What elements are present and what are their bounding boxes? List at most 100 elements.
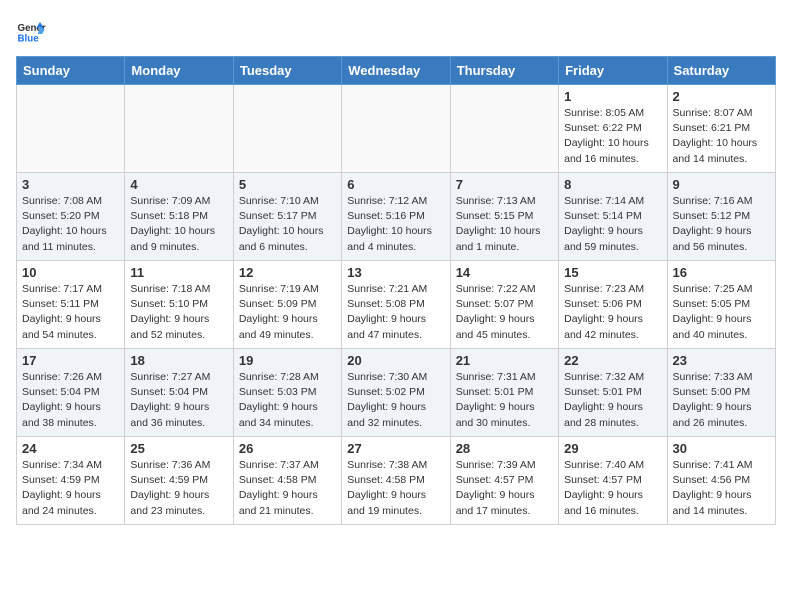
day-info: Sunrise: 7:22 AM Sunset: 5:07 PM Dayligh… xyxy=(456,282,553,343)
calendar-cell: 1 Sunrise: 8:05 AM Sunset: 6:22 PM Daylig… xyxy=(559,85,667,173)
calendar-cell: 22Sunrise: 7:32 AM Sunset: 5:01 PM Dayli… xyxy=(559,349,667,437)
day-number: 9 xyxy=(673,177,770,192)
calendar-cell: 15 Sunrise: 7:23 AM Sunset: 5:06 PM Dayli… xyxy=(559,261,667,349)
day-number: 1 xyxy=(564,89,661,104)
calendar-cell: 5 Sunrise: 7:10 AM Sunset: 5:17 PM Daylig… xyxy=(233,173,341,261)
day-info: Sunrise: 7:33 AM Sunset: 5:00 PM Dayligh… xyxy=(673,370,770,431)
day-number: 15 xyxy=(564,265,661,280)
calendar-cell: 13 Sunrise: 7:21 AM Sunset: 5:08 PM Dayli… xyxy=(342,261,450,349)
calendar-row-2: 10 Sunrise: 7:17 AM Sunset: 5:11 PM Dayli… xyxy=(17,261,776,349)
day-number: 12 xyxy=(239,265,336,280)
day-info: Sunrise: 7:13 AM Sunset: 5:15 PM Dayligh… xyxy=(456,194,553,255)
day-number: 14 xyxy=(456,265,553,280)
calendar-cell: 30Sunrise: 7:41 AM Sunset: 4:56 PM Dayli… xyxy=(667,437,775,525)
day-info: Sunrise: 7:27 AM Sunset: 5:04 PM Dayligh… xyxy=(130,370,227,431)
col-header-tuesday: Tuesday xyxy=(233,57,341,85)
day-info: Sunrise: 7:18 AM Sunset: 5:10 PM Dayligh… xyxy=(130,282,227,343)
calendar-row-3: 17 Sunrise: 7:26 AM Sunset: 5:04 PM Dayli… xyxy=(17,349,776,437)
day-info: Sunrise: 7:26 AM Sunset: 5:04 PM Dayligh… xyxy=(22,370,119,431)
calendar-cell xyxy=(125,85,233,173)
day-number: 19 xyxy=(239,353,336,368)
day-info: Sunrise: 7:31 AM Sunset: 5:01 PM Dayligh… xyxy=(456,370,553,431)
calendar-cell: 10 Sunrise: 7:17 AM Sunset: 5:11 PM Dayli… xyxy=(17,261,125,349)
calendar-row-0: 1 Sunrise: 8:05 AM Sunset: 6:22 PM Daylig… xyxy=(17,85,776,173)
day-number: 22 xyxy=(564,353,661,368)
day-number: 20 xyxy=(347,353,444,368)
header-row: SundayMondayTuesdayWednesdayThursdayFrid… xyxy=(17,57,776,85)
day-info: Sunrise: 7:08 AM Sunset: 5:20 PM Dayligh… xyxy=(22,194,119,255)
calendar-cell: 27 Sunrise: 7:38 AM Sunset: 4:58 PM Dayli… xyxy=(342,437,450,525)
svg-text:Blue: Blue xyxy=(18,34,40,45)
calendar-cell: 18 Sunrise: 7:27 AM Sunset: 5:04 PM Dayli… xyxy=(125,349,233,437)
day-info: Sunrise: 8:05 AM Sunset: 6:22 PM Dayligh… xyxy=(564,106,661,167)
day-number: 17 xyxy=(22,353,119,368)
day-number: 10 xyxy=(22,265,119,280)
day-info: Sunrise: 7:38 AM Sunset: 4:58 PM Dayligh… xyxy=(347,458,444,519)
calendar-row-4: 24 Sunrise: 7:34 AM Sunset: 4:59 PM Dayli… xyxy=(17,437,776,525)
day-info: Sunrise: 7:19 AM Sunset: 5:09 PM Dayligh… xyxy=(239,282,336,343)
calendar-cell: 9 Sunrise: 7:16 AM Sunset: 5:12 PM Daylig… xyxy=(667,173,775,261)
day-info: Sunrise: 7:16 AM Sunset: 5:12 PM Dayligh… xyxy=(673,194,770,255)
calendar-table: SundayMondayTuesdayWednesdayThursdayFrid… xyxy=(16,56,776,525)
day-number: 29 xyxy=(564,441,661,456)
day-info: Sunrise: 7:21 AM Sunset: 5:08 PM Dayligh… xyxy=(347,282,444,343)
day-number: 3 xyxy=(22,177,119,192)
calendar-cell: 11 Sunrise: 7:18 AM Sunset: 5:10 PM Dayli… xyxy=(125,261,233,349)
calendar-cell: 4 Sunrise: 7:09 AM Sunset: 5:18 PM Daylig… xyxy=(125,173,233,261)
day-number: 16 xyxy=(673,265,770,280)
day-number: 13 xyxy=(347,265,444,280)
calendar-cell xyxy=(450,85,558,173)
calendar-cell: 29 Sunrise: 7:40 AM Sunset: 4:57 PM Dayli… xyxy=(559,437,667,525)
col-header-thursday: Thursday xyxy=(450,57,558,85)
day-number: 5 xyxy=(239,177,336,192)
calendar-cell: 21 Sunrise: 7:31 AM Sunset: 5:01 PM Dayli… xyxy=(450,349,558,437)
day-info: Sunrise: 7:17 AM Sunset: 5:11 PM Dayligh… xyxy=(22,282,119,343)
calendar-cell: 6Sunrise: 7:12 AM Sunset: 5:16 PM Daylig… xyxy=(342,173,450,261)
calendar-cell xyxy=(233,85,341,173)
day-info: Sunrise: 7:23 AM Sunset: 5:06 PM Dayligh… xyxy=(564,282,661,343)
logo-icon: General Blue xyxy=(16,16,46,46)
calendar-cell: 28Sunrise: 7:39 AM Sunset: 4:57 PM Dayli… xyxy=(450,437,558,525)
day-info: Sunrise: 7:41 AM Sunset: 4:56 PM Dayligh… xyxy=(673,458,770,519)
calendar-cell: 26Sunrise: 7:37 AM Sunset: 4:58 PM Dayli… xyxy=(233,437,341,525)
day-info: Sunrise: 7:30 AM Sunset: 5:02 PM Dayligh… xyxy=(347,370,444,431)
day-info: Sunrise: 7:28 AM Sunset: 5:03 PM Dayligh… xyxy=(239,370,336,431)
day-info: Sunrise: 7:36 AM Sunset: 4:59 PM Dayligh… xyxy=(130,458,227,519)
day-info: Sunrise: 7:09 AM Sunset: 5:18 PM Dayligh… xyxy=(130,194,227,255)
day-number: 24 xyxy=(22,441,119,456)
day-info: Sunrise: 7:34 AM Sunset: 4:59 PM Dayligh… xyxy=(22,458,119,519)
day-number: 7 xyxy=(456,177,553,192)
day-number: 18 xyxy=(130,353,227,368)
calendar-cell: 7 Sunrise: 7:13 AM Sunset: 5:15 PM Daylig… xyxy=(450,173,558,261)
day-number: 23 xyxy=(673,353,770,368)
calendar-cell: 2Sunrise: 8:07 AM Sunset: 6:21 PM Daylig… xyxy=(667,85,775,173)
calendar-cell: 23 Sunrise: 7:33 AM Sunset: 5:00 PM Dayli… xyxy=(667,349,775,437)
calendar-cell: 19 Sunrise: 7:28 AM Sunset: 5:03 PM Dayli… xyxy=(233,349,341,437)
day-info: Sunrise: 7:10 AM Sunset: 5:17 PM Dayligh… xyxy=(239,194,336,255)
col-header-friday: Friday xyxy=(559,57,667,85)
logo: General Blue xyxy=(16,16,46,46)
day-number: 6 xyxy=(347,177,444,192)
calendar-cell: 16 Sunrise: 7:25 AM Sunset: 5:05 PM Dayli… xyxy=(667,261,775,349)
calendar-row-1: 3 Sunrise: 7:08 AM Sunset: 5:20 PM Daylig… xyxy=(17,173,776,261)
col-header-sunday: Sunday xyxy=(17,57,125,85)
day-number: 4 xyxy=(130,177,227,192)
header: General Blue xyxy=(16,16,776,46)
day-info: Sunrise: 7:25 AM Sunset: 5:05 PM Dayligh… xyxy=(673,282,770,343)
day-info: Sunrise: 7:14 AM Sunset: 5:14 PM Dayligh… xyxy=(564,194,661,255)
calendar-cell: 25Sunrise: 7:36 AM Sunset: 4:59 PM Dayli… xyxy=(125,437,233,525)
day-number: 11 xyxy=(130,265,227,280)
day-number: 26 xyxy=(239,441,336,456)
day-number: 2 xyxy=(673,89,770,104)
calendar-cell: 20 Sunrise: 7:30 AM Sunset: 5:02 PM Dayli… xyxy=(342,349,450,437)
calendar-cell: 14 Sunrise: 7:22 AM Sunset: 5:07 PM Dayli… xyxy=(450,261,558,349)
calendar-cell: 17 Sunrise: 7:26 AM Sunset: 5:04 PM Dayli… xyxy=(17,349,125,437)
day-number: 27 xyxy=(347,441,444,456)
calendar-cell: 12 Sunrise: 7:19 AM Sunset: 5:09 PM Dayli… xyxy=(233,261,341,349)
calendar-cell: 8Sunrise: 7:14 AM Sunset: 5:14 PM Daylig… xyxy=(559,173,667,261)
day-number: 21 xyxy=(456,353,553,368)
day-info: Sunrise: 7:39 AM Sunset: 4:57 PM Dayligh… xyxy=(456,458,553,519)
day-info: Sunrise: 7:40 AM Sunset: 4:57 PM Dayligh… xyxy=(564,458,661,519)
col-header-wednesday: Wednesday xyxy=(342,57,450,85)
col-header-monday: Monday xyxy=(125,57,233,85)
